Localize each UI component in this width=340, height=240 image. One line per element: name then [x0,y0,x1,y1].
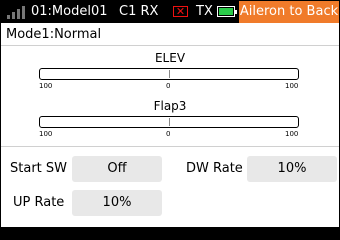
elev-tick-center: 0 [166,82,171,90]
mode-label: Mode1:Normal [6,27,102,42]
flap3-bar-title: Flap3 [153,99,187,113]
tx-label: TX [196,4,213,19]
elev-tick-left: 100 [39,82,53,90]
rx-error-icon: ✕ [173,6,188,17]
elev-tick-right: 100 [285,82,299,90]
battery-icon [217,6,237,17]
divider [1,45,339,46]
flap3-tick-center: 0 [166,130,171,138]
dw-rate-label: DW Rate [186,161,243,176]
up-rate-label: UP Rate [13,195,65,210]
elev-bar-title: ELEV [154,51,186,65]
model-name[interactable]: 01:Model01 [31,4,108,19]
flap3-bar-center-mark [169,118,170,126]
flap3-bar [39,116,299,128]
flap3-tick-left: 100 [39,130,53,138]
screen: 01:Model01 C1 RX ✕ TX Aileron to Back Mo… [1,1,339,227]
divider [1,146,339,147]
start-sw-button[interactable]: Off [72,156,162,182]
rx-label: C1 RX [119,4,159,19]
status-bar: 01:Model01 C1 RX ✕ TX Aileron to Back [1,1,339,23]
elev-bar [39,68,299,80]
dw-rate-button[interactable]: 10% [247,156,337,182]
start-sw-label: Start SW [10,161,67,176]
elev-bar-center-mark [169,70,170,78]
up-rate-button[interactable]: 10% [72,190,162,216]
signal-strength-icon [7,6,27,19]
flap3-tick-right: 100 [285,130,299,138]
warning-banner: Aileron to Back [239,1,339,23]
